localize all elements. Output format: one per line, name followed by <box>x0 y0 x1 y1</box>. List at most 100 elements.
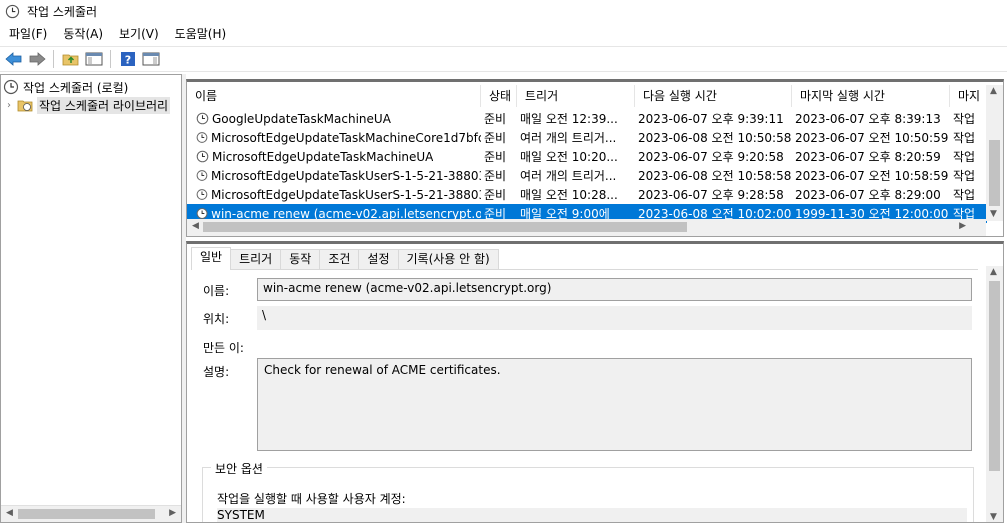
detail-tabs: 일반 트리거 동작 조건 설정 기록(사용 안 함) <box>191 247 499 270</box>
task-detail-pane: 일반 트리거 동작 조건 설정 기록(사용 안 함) 이름: win-acme … <box>186 241 1004 523</box>
task-next-run-cell: 2023-06-07 오후 9:39:11 <box>638 112 784 126</box>
table-row[interactable]: MicrosoftEdgeUpdateTaskUserS-1-5-21-3880… <box>187 185 987 204</box>
window-title: 작업 스케줄러 <box>27 4 98 19</box>
column-header-status[interactable]: 상태 <box>481 85 517 107</box>
vertical-scrollbar[interactable]: ▲ ▼ <box>986 266 1003 522</box>
tree-item-root[interactable]: 작업 스케줄러 (로컬) <box>3 78 128 96</box>
show-hide-tree-icon[interactable] <box>83 48 105 70</box>
task-last-result-cell: 작업 <box>953 150 976 164</box>
scroll-right-icon[interactable]: ▶ <box>169 508 176 518</box>
menu-file[interactable]: 파일(F) <box>0 23 55 45</box>
name-label: 이름: <box>203 284 230 298</box>
clock-icon <box>5 4 20 18</box>
tree-item-label: 작업 스케줄러 (로컬) <box>23 80 129 95</box>
security-options-group: 보안 옵션 작업을 실행할 때 사용할 사용자 계정: SYSTEM <box>202 460 974 522</box>
column-header-next-run[interactable]: 다음 실행 시간 <box>635 85 792 107</box>
scrollbar-thumb[interactable] <box>989 140 1000 206</box>
task-last-run-cell: 2023-06-07 오전 10:50:59 <box>795 131 949 145</box>
task-name-label: MicrosoftEdgeUpdateTaskUserS-1-5-21-3880… <box>210 168 481 183</box>
task-last-result-cell: 작업 <box>953 131 976 145</box>
table-row[interactable]: GoogleUpdateTaskMachineUA 준비 매일 오전 12:39..… <box>187 109 987 128</box>
task-next-run-cell: 2023-06-07 오후 9:20:58 <box>638 150 784 164</box>
scroll-right-icon[interactable]: ▶ <box>959 221 966 231</box>
vertical-scrollbar[interactable]: ▲ ▼ <box>986 85 1003 221</box>
task-name-label: MicrosoftEdgeUpdateTaskMachineUA <box>212 149 434 164</box>
scrollbar-thumb[interactable] <box>989 281 1000 471</box>
table-row[interactable]: MicrosoftEdgeUpdateTaskMachineCore1d7bfc… <box>187 128 987 147</box>
navigation-tree: 작업 스케줄러 (로컬) › 작업 스케줄러 라이브러리 ◀ ▶ <box>0 74 182 523</box>
task-name-cell: MicrosoftEdgeUpdateTaskMachineCore1d7bfc… <box>187 131 481 145</box>
help-icon[interactable]: ? <box>117 48 139 70</box>
svg-text:?: ? <box>125 54 131 67</box>
tab-general[interactable]: 일반 <box>191 247 232 270</box>
tree-item-library[interactable]: › 작업 스케줄러 라이브러리 <box>7 96 171 114</box>
folder-clock-icon <box>17 100 33 112</box>
task-last-result-cell: 작업 <box>953 112 976 126</box>
chevron-right-icon[interactable]: › <box>7 100 17 111</box>
task-status-cell: 준비 <box>484 188 507 202</box>
run-as-account-value: SYSTEM <box>217 508 967 522</box>
table-row[interactable]: MicrosoftEdgeUpdateTaskMachineUA 준비 매일 오전 … <box>187 147 987 166</box>
task-status-cell: 준비 <box>484 131 507 145</box>
task-name-label: GoogleUpdateTaskMachineUA <box>212 111 391 126</box>
task-name-label: MicrosoftEdgeUpdateTaskMachineCore1d7bfc… <box>211 130 481 145</box>
scrollbar-thumb[interactable] <box>18 509 155 519</box>
location-field[interactable]: \ <box>257 306 972 330</box>
task-clock-icon <box>196 132 208 143</box>
scroll-left-icon[interactable]: ◀ <box>6 508 13 518</box>
tab-settings[interactable]: 설정 <box>358 249 399 269</box>
horizontal-scrollbar[interactable]: ◀ ▶ <box>1 505 181 522</box>
toolbar-separator <box>53 50 54 68</box>
menu-help[interactable]: 도움말(H) <box>167 23 235 45</box>
name-field[interactable]: win-acme renew (acme-v02.api.letsencrypt… <box>257 278 972 301</box>
task-clock-icon <box>196 189 208 200</box>
scroll-left-icon[interactable]: ◀ <box>192 221 199 231</box>
up-folder-icon[interactable] <box>60 48 82 70</box>
table-row[interactable]: MicrosoftEdgeUpdateTaskUserS-1-5-21-3880… <box>187 166 987 185</box>
tree-item-label: 작업 스케줄러 라이브러리 <box>37 96 171 114</box>
column-header-trigger[interactable]: 트리거 <box>517 85 635 107</box>
back-arrow-icon[interactable] <box>3 48 25 70</box>
task-trigger-cell: 매일 오전 10:28... <box>520 188 618 202</box>
task-clock-icon <box>196 170 208 181</box>
task-name-label: MicrosoftEdgeUpdateTaskUserS-1-5-21-3880… <box>210 187 481 202</box>
menu-bar: 파일(F) 동작(A) 보기(V) 도움말(H) <box>0 23 1007 45</box>
tab-actions[interactable]: 동작 <box>280 249 321 269</box>
action-pane-icon[interactable] <box>140 48 162 70</box>
menu-action[interactable]: 동작(A) <box>55 23 111 45</box>
horizontal-scrollbar[interactable]: ◀ ▶ <box>187 219 986 236</box>
scrollbar-thumb[interactable] <box>203 222 687 232</box>
task-trigger-cell: 여러 개의 트리거... <box>520 169 617 183</box>
location-label: 위치: <box>203 312 230 326</box>
task-trigger-cell: 여러 개의 트리거... <box>520 131 617 145</box>
security-options-title: 보안 옵션 <box>211 460 267 477</box>
toolbar-separator <box>110 50 111 68</box>
list-header: 이름 상태 트리거 다음 실행 시간 마지막 실행 시간 마지 <box>187 85 987 107</box>
title-bar: 작업 스케줄러 <box>0 0 1007 22</box>
column-header-last-run[interactable]: 마지막 실행 시간 <box>792 85 950 107</box>
task-last-run-cell: 2023-06-07 오후 8:20:59 <box>795 150 941 164</box>
scroll-down-icon[interactable]: ▼ <box>990 512 997 522</box>
scroll-up-icon[interactable]: ▲ <box>990 86 997 96</box>
task-list: 이름 상태 트리거 다음 실행 시간 마지막 실행 시간 마지 GoogleUp… <box>186 79 1004 237</box>
task-trigger-cell: 매일 오전 10:20... <box>520 150 618 164</box>
column-header-last-result[interactable]: 마지 <box>950 85 990 107</box>
task-last-run-cell: 2023-06-07 오전 10:58:59 <box>795 169 949 183</box>
task-name-cell: MicrosoftEdgeUpdateTaskUserS-1-5-21-3880… <box>187 188 481 202</box>
forward-arrow-icon[interactable] <box>26 48 48 70</box>
task-status-cell: 준비 <box>484 169 507 183</box>
task-trigger-cell: 매일 오전 12:39... <box>520 112 618 126</box>
column-header-name[interactable]: 이름 <box>187 85 481 107</box>
toolbar: ? <box>0 46 1007 72</box>
menu-view[interactable]: 보기(V) <box>111 23 167 45</box>
task-status-cell: 준비 <box>484 150 507 164</box>
task-last-run-cell: 2023-06-07 오후 8:29:00 <box>795 188 941 202</box>
tab-history[interactable]: 기록(사용 안 함) <box>397 249 499 269</box>
task-name-cell: GoogleUpdateTaskMachineUA <box>187 112 481 126</box>
tab-triggers[interactable]: 트리거 <box>230 249 282 269</box>
scroll-down-icon[interactable]: ▼ <box>990 209 997 219</box>
description-label: 설명: <box>203 365 230 379</box>
description-field[interactable]: Check for renewal of ACME certificates. <box>257 358 972 451</box>
tab-conditions[interactable]: 조건 <box>319 249 360 269</box>
scroll-up-icon[interactable]: ▲ <box>990 267 997 277</box>
